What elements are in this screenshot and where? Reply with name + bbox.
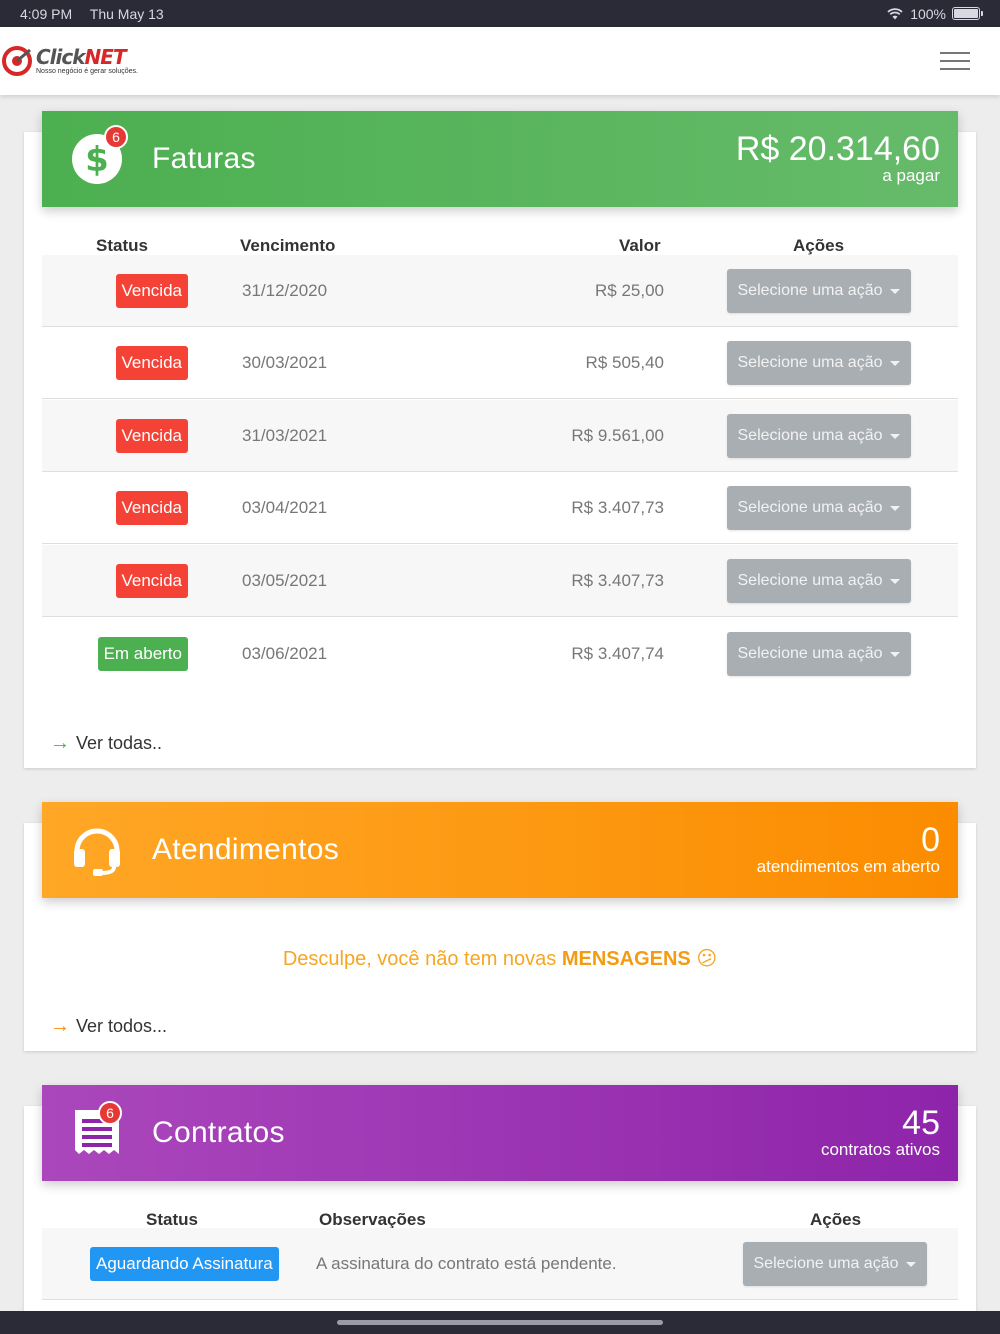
col-status: Status <box>146 1210 198 1229</box>
action-select-label: Selecione uma ação <box>753 1255 899 1272</box>
table-row: Vencida 03/05/2021 R$ 3.407,73 Selecione… <box>42 545 958 617</box>
atendimentos-count: 0 <box>921 821 940 859</box>
home-indicator <box>0 1311 1000 1334</box>
ver-todos-atendimentos-link[interactable]: → Ver todos... <box>50 1015 167 1038</box>
faturas-banner[interactable]: $ 6 Faturas R$ 20.314,60 a pagar <box>42 111 958 207</box>
ver-todos-label: Ver todos... <box>76 1016 168 1036</box>
contratos-title: Contratos <box>152 1116 285 1149</box>
faturas-badge: 6 <box>104 125 128 149</box>
valor-value: R$ 25,00 <box>595 281 664 300</box>
status-badge: Vencida <box>115 419 188 453</box>
vencimento-value: 03/05/2021 <box>242 571 328 590</box>
sad-face-icon: 😕 <box>696 948 718 970</box>
valor-value: R$ 9.561,00 <box>571 426 664 445</box>
table-row: Aguardando Assinatura A assinatura do co… <box>42 1228 958 1300</box>
table-row: Vencida 30/03/2021 R$ 505,40 Selecione u… <box>42 327 958 399</box>
action-select[interactable]: Selecione uma ação <box>727 632 911 676</box>
svg-text:$: $ <box>85 140 109 180</box>
arrow-right-icon: → <box>50 1015 70 1037</box>
action-select-label: Selecione uma ação <box>737 499 883 516</box>
valor-value: R$ 3.407,73 <box>571 498 664 517</box>
action-select-label: Selecione uma ação <box>737 572 883 589</box>
action-select[interactable]: Selecione uma ação <box>743 1242 927 1286</box>
empty-message-text: Desculpe, você não tem novas <box>282 948 562 970</box>
status-badge: Aguardando Assinatura <box>90 1247 279 1281</box>
observacao-value: A assinatura do contrato está pendente. <box>316 1254 617 1273</box>
action-select[interactable]: Selecione uma ação <box>727 269 911 313</box>
faturas-title: Faturas <box>152 142 256 175</box>
status-time: 4:09 PM <box>20 5 73 22</box>
caret-down-icon <box>890 288 901 294</box>
col-valor: Valor <box>619 236 661 255</box>
app-header: ClickNET Nosso negócio é gerar soluções. <box>0 27 1000 95</box>
action-select-label: Selecione uma ação <box>737 645 883 662</box>
table-row: Em aberto 03/06/2021 R$ 3.407,74 Selecio… <box>42 618 958 690</box>
col-status: Status <box>96 236 148 255</box>
table-row: Vencida 31/12/2020 R$ 25,00 Selecione um… <box>42 255 958 327</box>
contratos-count: 45 <box>902 1104 940 1142</box>
ver-todas-label: Ver todas.. <box>76 733 163 753</box>
contratos-badge: 6 <box>98 1101 122 1125</box>
col-vencimento: Vencimento <box>240 236 336 255</box>
logo-name-a: Click <box>36 44 86 69</box>
status-badge: Vencida <box>115 564 188 598</box>
vencimento-value: 31/12/2020 <box>242 281 328 300</box>
arrow-right-icon: → <box>50 732 70 754</box>
empty-messages-notice: Desculpe, você não tem novas MENSAGENS 😕 <box>24 946 976 971</box>
col-acoes: Ações <box>810 1210 862 1229</box>
empty-message-emphasis: MENSAGENS <box>561 948 691 970</box>
caret-down-icon <box>890 651 901 657</box>
caret-down-icon <box>890 360 901 366</box>
wifi-icon <box>887 8 903 20</box>
contratos-banner[interactable]: 6 Contratos 45 contratos ativos <box>42 1085 958 1181</box>
vencimento-value: 03/04/2021 <box>242 498 328 517</box>
action-select[interactable]: Selecione uma ação <box>727 341 911 385</box>
action-select-label: Selecione uma ação <box>737 282 883 299</box>
logo-tagline: Nosso negócio é gerar soluções. <box>36 67 138 75</box>
valor-value: R$ 505,40 <box>585 353 664 372</box>
faturas-total-sub: a pagar <box>882 166 940 185</box>
vencimento-value: 31/03/2021 <box>242 426 328 445</box>
battery-icon <box>952 7 983 20</box>
status-bar: 4:09 PM Thu May 13 100% <box>0 0 1000 27</box>
contratos-count-sub: contratos ativos <box>820 1140 940 1159</box>
headset-icon <box>74 828 120 876</box>
menu-icon[interactable] <box>940 52 970 70</box>
status-badge: Vencida <box>115 274 188 308</box>
col-acoes: Ações <box>793 236 845 255</box>
caret-down-icon <box>906 1261 917 1267</box>
atendimentos-count-sub: atendimentos em aberto <box>756 857 940 876</box>
battery-percent: 100% <box>910 5 946 22</box>
logo-mark-icon <box>2 46 32 76</box>
status-badge: Em aberto <box>97 637 188 671</box>
caret-down-icon <box>890 433 901 439</box>
vencimento-value: 30/03/2021 <box>242 353 328 372</box>
valor-value: R$ 3.407,74 <box>571 644 664 663</box>
action-select-label: Selecione uma ação <box>737 427 883 444</box>
vencimento-value: 03/06/2021 <box>242 644 328 663</box>
valor-value: R$ 3.407,73 <box>571 571 664 590</box>
clicknet-logo[interactable]: ClickNET Nosso negócio é gerar soluções. <box>0 44 138 78</box>
caret-down-icon <box>890 505 901 511</box>
status-badge: Vencida <box>115 346 188 380</box>
atendimentos-title: Atendimentos <box>152 833 340 866</box>
action-select-label: Selecione uma ação <box>737 354 883 371</box>
faturas-total: R$ 20.314,60 <box>735 130 940 168</box>
action-select[interactable]: Selecione uma ação <box>727 559 911 603</box>
caret-down-icon <box>890 578 901 584</box>
table-row: Vencida 03/04/2021 R$ 3.407,73 Selecione… <box>42 472 958 544</box>
action-select[interactable]: Selecione uma ação <box>727 486 911 530</box>
table-row: Vencida 31/03/2021 R$ 9.561,00 Selecione… <box>42 400 958 472</box>
logo-name-b: NET <box>84 44 127 69</box>
atendimentos-banner[interactable]: Atendimentos 0 atendimentos em aberto <box>42 802 958 898</box>
action-select[interactable]: Selecione uma ação <box>727 414 911 458</box>
status-date: Thu May 13 <box>89 5 164 22</box>
status-badge: Vencida <box>115 491 188 525</box>
col-observacoes: Observações <box>319 1210 426 1229</box>
ver-todas-faturas-link[interactable]: → Ver todas.. <box>50 732 162 755</box>
